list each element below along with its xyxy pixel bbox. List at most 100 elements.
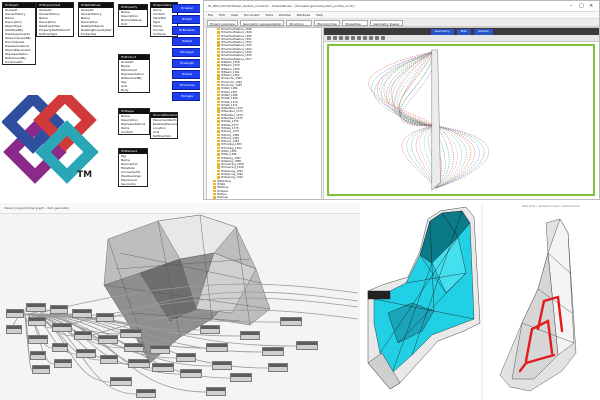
- front-view-icon[interactable]: [351, 36, 355, 40]
- folder-icon: [217, 113, 220, 117]
- graph-node[interactable]: [28, 335, 48, 344]
- schema-table: IfcProperty Name Description NominalValue Un…: [118, 4, 148, 27]
- graph-node[interactable]: [206, 343, 228, 352]
- minimize-icon[interactable]: –: [570, 3, 573, 9]
- graph-node[interactable]: [268, 363, 288, 372]
- toolbar-button[interactable]: Project overview: [207, 20, 238, 26]
- schema-table-attribute: Context: [121, 130, 133, 134]
- folder-icon: [217, 67, 220, 70]
- graph-node[interactable]: [6, 309, 24, 318]
- tree-item[interactable]: IfcGroup: [207, 196, 321, 199]
- toolbar-button[interactable]: Properties: [342, 20, 369, 26]
- graph-node[interactable]: [100, 355, 118, 364]
- dam-renders: [367, 203, 577, 400]
- graph-node[interactable]: [72, 309, 92, 318]
- menu-item[interactable]: Document: [244, 12, 260, 18]
- graph-node[interactable]: [124, 343, 144, 352]
- section-icon[interactable]: [381, 36, 385, 40]
- toolbar-button[interactable]: Structure: [286, 20, 313, 26]
- graph-node[interactable]: [180, 369, 202, 378]
- type-button[interactable]: IfcLabel: [172, 4, 200, 13]
- window-title: W:_BIM_Dam\IfcModel_ds\dam_model.ifc - I…: [208, 4, 355, 8]
- menu-item[interactable]: Tools: [266, 12, 273, 18]
- graph-node[interactable]: [150, 345, 170, 354]
- toolbar-button[interactable]: Element tree: [314, 20, 341, 26]
- graph-node[interactable]: [110, 377, 132, 386]
- zoom-icon[interactable]: [327, 36, 331, 40]
- folder-icon: [217, 93, 220, 97]
- graph-node[interactable]: [76, 349, 96, 358]
- folder-icon: [217, 117, 220, 120]
- menu-item[interactable]: View: [231, 12, 238, 18]
- folder-icon: [217, 28, 220, 31]
- type-button[interactable]: IfcBoolean: [172, 26, 200, 35]
- graph-node[interactable]: [120, 329, 142, 338]
- fit-icon[interactable]: [345, 36, 349, 40]
- type-button[interactable]: IfcLength: [172, 59, 200, 68]
- graph-node[interactable]: [176, 353, 196, 362]
- graph-node[interactable]: [280, 317, 302, 326]
- graph-node[interactable]: [230, 373, 252, 382]
- viewer-tab[interactable]: Geometry: [430, 29, 454, 35]
- folder-icon: [217, 80, 220, 84]
- rotate-icon[interactable]: [339, 36, 343, 40]
- menu-item[interactable]: Edit: [219, 12, 225, 18]
- graph-node[interactable]: [136, 389, 156, 398]
- graph-node[interactable]: [74, 331, 92, 340]
- folder-icon: [217, 176, 220, 179]
- folder-icon: [217, 130, 220, 133]
- render-caption: Dam body - rendered model / reinforcemen…: [522, 205, 580, 208]
- dam-profile-outline: [431, 49, 441, 191]
- schema-table: IfcShape Name Description Representations It…: [118, 108, 150, 135]
- graph-node[interactable]: [262, 347, 284, 356]
- type-button[interactable]: IfcArea: [172, 70, 200, 79]
- graph-node[interactable]: [6, 325, 22, 334]
- graph-node[interactable]: [28, 317, 46, 326]
- viewer-tab[interactable]: Plan: [456, 29, 472, 35]
- viewer-tab[interactable]: Section: [474, 29, 494, 35]
- graph-node[interactable]: [240, 331, 260, 340]
- viewport-canvas[interactable]: [327, 44, 595, 196]
- graph-node[interactable]: [50, 305, 68, 314]
- close-icon[interactable]: ×: [589, 3, 593, 9]
- type-button[interactable]: IfcReal: [172, 37, 200, 46]
- graph-node[interactable]: [52, 323, 72, 332]
- toolbar-button[interactable]: Geometry Viewer: [370, 20, 403, 26]
- graph-node[interactable]: [206, 387, 226, 396]
- side-view-icon[interactable]: [363, 36, 367, 40]
- menu-item[interactable]: File: [208, 12, 213, 18]
- type-button[interactable]: IfcAngle: [172, 92, 200, 101]
- graph-node[interactable]: [128, 359, 150, 368]
- graph-node[interactable]: [26, 303, 46, 312]
- viewer-tabs: Geometry Plan Section: [324, 28, 599, 35]
- folder-icon: [217, 156, 220, 159]
- menu-item[interactable]: Windows: [297, 12, 310, 18]
- top-view-icon[interactable]: [357, 36, 361, 40]
- graph-node[interactable]: [30, 351, 46, 360]
- graph-node[interactable]: [200, 325, 220, 334]
- maximize-icon[interactable]: □: [579, 3, 584, 9]
- type-button[interactable]: IfcInteger: [172, 48, 200, 57]
- folder-icon: [217, 84, 220, 87]
- graph-node[interactable]: [52, 343, 68, 352]
- folder-icon: [217, 100, 220, 103]
- shade-icon[interactable]: [375, 36, 379, 40]
- graph-node[interactable]: [212, 361, 232, 370]
- graph-node[interactable]: [296, 341, 318, 350]
- graph-node[interactable]: [152, 363, 174, 372]
- profile-curve: [386, 51, 440, 189]
- folder-icon: [217, 140, 220, 143]
- graph-node[interactable]: [54, 359, 72, 368]
- type-button[interactable]: IfcText: [172, 15, 200, 24]
- wireframe-icon[interactable]: [369, 36, 373, 40]
- pan-icon[interactable]: [333, 36, 337, 40]
- graph-node[interactable]: [96, 313, 114, 322]
- menu-item[interactable]: Help: [316, 12, 323, 18]
- graph-node[interactable]: [32, 365, 50, 374]
- graph-node[interactable]: [98, 335, 118, 344]
- toolbar-button[interactable]: Geometric representation: [239, 20, 285, 26]
- menu-item[interactable]: Window: [279, 12, 291, 18]
- type-button[interactable]: IfcVolume: [172, 81, 200, 90]
- element-tree[interactable]: IfcSurfaceFeature_1348 IfcSurfaceFeature_…: [206, 27, 322, 199]
- folder-icon: [217, 107, 220, 110]
